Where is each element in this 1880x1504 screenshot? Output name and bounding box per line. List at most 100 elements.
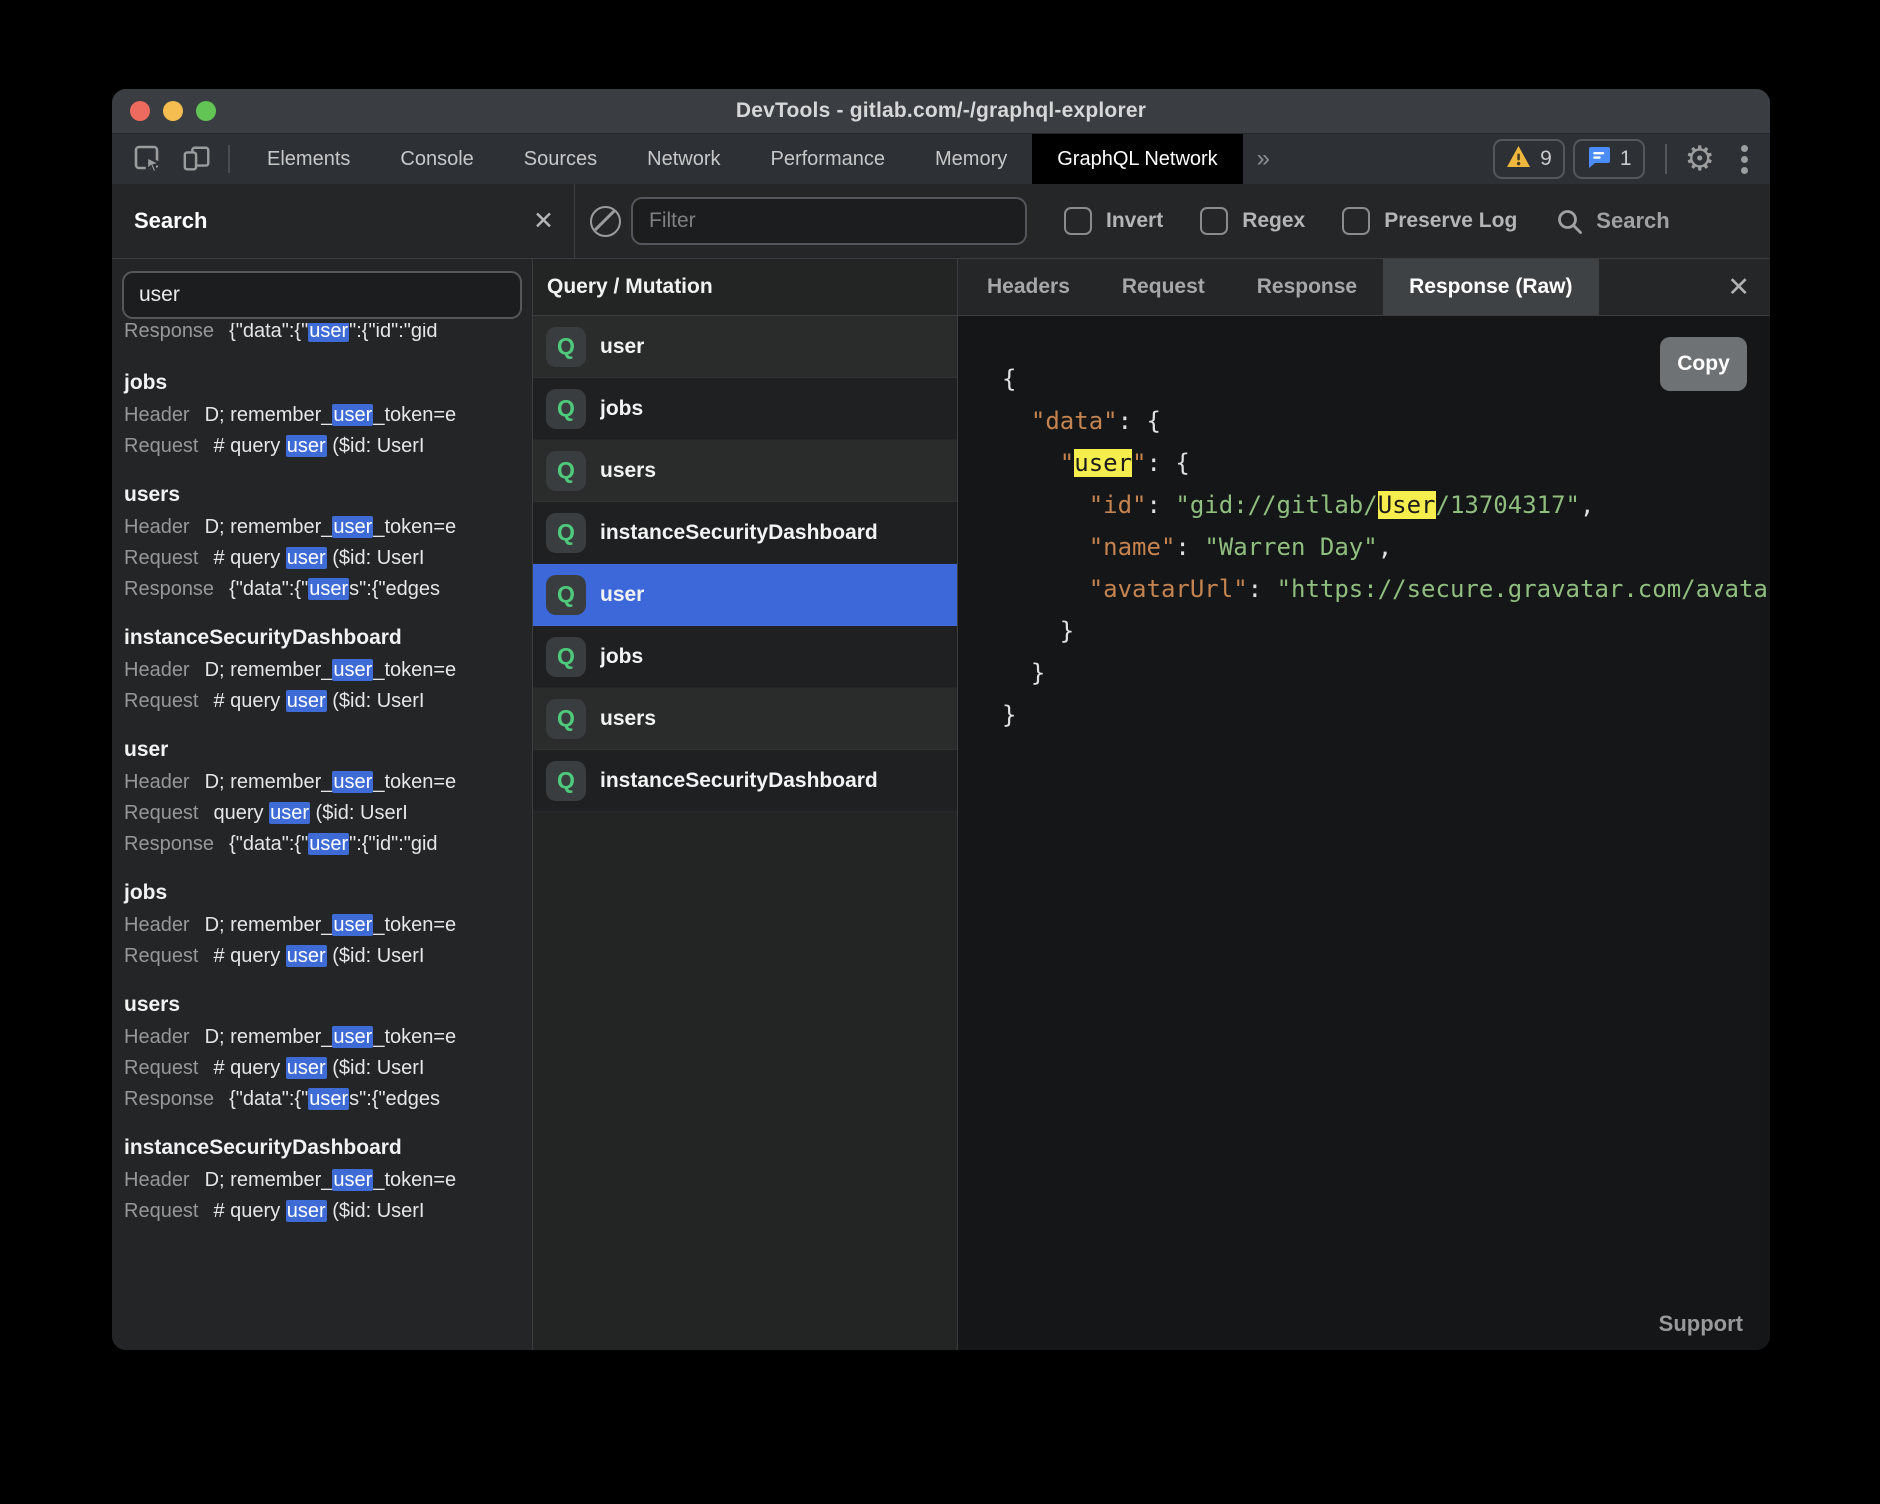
result-line-request[interactable]: Requestquery user ($id: UserI <box>124 798 532 829</box>
tab-network[interactable]: Network <box>622 134 745 184</box>
result-line-header[interactable]: HeaderD; remember_user_token=e <box>124 512 532 543</box>
result-line-text: # query <box>214 547 286 569</box>
result-line-header[interactable]: HeaderD; remember_user_token=e <box>124 400 532 431</box>
result-line-label: Request <box>124 435 199 457</box>
query-row-users[interactable]: Qusers <box>533 440 957 502</box>
zoom-window-button[interactable] <box>196 101 216 121</box>
query-type-badge: Q <box>546 513 586 553</box>
settings-gear-icon[interactable]: ⚙ <box>1685 142 1715 176</box>
json-segment: /13704317" <box>1436 491 1581 519</box>
result-line-text: ($id: UserI <box>310 802 408 824</box>
search-match-highlight: user <box>286 547 327 569</box>
result-group-instancesecuritydashboard: instanceSecurityDashboardHeaderD; rememb… <box>124 1130 532 1227</box>
result-line-response[interactable]: Response{"data":{"users":{"edges <box>124 574 532 605</box>
result-line-text: ($id: UserI <box>327 1200 425 1222</box>
result-line-response[interactable]: Response{"data":{"user":{"id":"gid <box>124 323 532 347</box>
search-match-highlight: user <box>332 771 373 793</box>
search-match-highlight: user <box>308 578 349 600</box>
result-line-header[interactable]: HeaderD; remember_user_token=e <box>124 655 532 686</box>
result-line-label: Request <box>124 1057 199 1079</box>
minimize-window-button[interactable] <box>163 101 183 121</box>
checkbox-label-regex: Regex <box>1242 209 1305 233</box>
result-line-label: Request <box>124 945 199 967</box>
result-line-request[interactable]: Request# query user ($id: UserI <box>124 941 532 972</box>
result-line-request[interactable]: Request# query user ($id: UserI <box>124 1196 532 1227</box>
result-line-header[interactable]: HeaderD; remember_user_token=e <box>124 1022 532 1053</box>
json-line: "avatarUrl": "https://secure.gravatar.co… <box>1002 568 1770 610</box>
search-input[interactable] <box>122 271 522 319</box>
result-line-request[interactable]: Request# query user ($id: UserI <box>124 431 532 462</box>
filter-input[interactable] <box>631 197 1027 245</box>
warnings-badge[interactable]: 9 <box>1493 139 1565 179</box>
result-line-label: Header <box>124 914 190 936</box>
detail-tab-response[interactable]: Response <box>1231 259 1383 315</box>
tab-memory[interactable]: Memory <box>910 134 1032 184</box>
checkbox-preserve-log[interactable] <box>1342 207 1370 235</box>
query-row-instancesecuritydashboard[interactable]: QinstanceSecurityDashboard <box>533 750 957 812</box>
traffic-lights <box>130 89 216 133</box>
result-line-label: Response <box>124 1088 214 1110</box>
result-line-label: Request <box>124 690 199 712</box>
json-segment: : { <box>1147 449 1190 477</box>
result-line-header[interactable]: HeaderD; remember_user_token=e <box>124 767 532 798</box>
result-line-response[interactable]: Response{"data":{"user":{"id":"gid <box>124 829 532 860</box>
close-window-button[interactable] <box>130 101 150 121</box>
messages-badge[interactable]: 1 <box>1573 139 1645 179</box>
result-group-users: usersHeaderD; remember_user_token=eReque… <box>124 987 532 1115</box>
tab-console[interactable]: Console <box>375 134 498 184</box>
search-results: Response{"data":{"user":{"id":"gid jobsH… <box>112 319 532 1350</box>
result-line-header[interactable]: HeaderD; remember_user_token=e <box>124 910 532 941</box>
json-line: "id": "gid://gitlab/User/13704317", <box>1002 484 1770 526</box>
support-link[interactable]: Support <box>1659 1311 1743 1337</box>
query-row-users[interactable]: Qusers <box>533 688 957 750</box>
checkbox-regex[interactable] <box>1200 207 1228 235</box>
devtools-tabbar: ElementsConsoleSourcesNetworkPerformance… <box>112 133 1770 184</box>
search-match-highlight: user <box>332 914 373 936</box>
json-segment: " <box>1132 449 1146 477</box>
tab-elements[interactable]: Elements <box>242 134 375 184</box>
result-line-header[interactable]: HeaderD; remember_user_token=e <box>124 1165 532 1196</box>
copy-button[interactable]: Copy <box>1660 337 1747 391</box>
search-result-groups: jobsHeaderD; remember_user_token=eReques… <box>124 365 532 1227</box>
tab-graphql-network[interactable]: GraphQL Network <box>1032 134 1242 184</box>
query-row-label: jobs <box>600 645 643 669</box>
result-line-response[interactable]: Response{"data":{"users":{"edges <box>124 1084 532 1115</box>
detail-panel-close-icon[interactable]: ✕ <box>1727 272 1750 303</box>
response-raw-view: Copy { "data": { "user": { "id": "gid://… <box>958 316 1770 1350</box>
tab-performance[interactable]: Performance <box>746 134 911 184</box>
result-line-label: Header <box>124 1169 190 1191</box>
result-line-label: Request <box>124 1200 199 1222</box>
search-panel-close-icon[interactable]: ✕ <box>533 206 554 236</box>
main-content: Response{"data":{"user":{"id":"gid jobsH… <box>112 259 1770 1350</box>
json-segment: "name" <box>1089 533 1176 561</box>
query-row-user[interactable]: Quser <box>533 564 957 626</box>
detail-tab-headers[interactable]: Headers <box>961 259 1096 315</box>
result-line-text: {"data":{" <box>229 323 308 342</box>
json-segment: { <box>1002 365 1016 393</box>
inspect-element-icon[interactable] <box>133 144 163 174</box>
more-tabs-chevron-icon[interactable]: » <box>1257 145 1270 173</box>
search-control[interactable]: Search <box>1556 208 1669 235</box>
query-row-jobs[interactable]: Qjobs <box>533 626 957 688</box>
search-match-highlight: user <box>286 435 327 457</box>
query-row-instancesecuritydashboard[interactable]: QinstanceSecurityDashboard <box>533 502 957 564</box>
result-group-title: users <box>124 477 532 512</box>
window-titlebar: DevTools - gitlab.com/-/graphql-explorer <box>112 89 1770 133</box>
result-line-request[interactable]: Request# query user ($id: UserI <box>124 543 532 574</box>
json-segment <box>1002 491 1089 519</box>
query-row-jobs[interactable]: Qjobs <box>533 378 957 440</box>
detail-panel: HeadersRequestResponseResponse (Raw) ✕ Co… <box>958 259 1770 1350</box>
query-row-user[interactable]: Quser <box>533 316 957 378</box>
detail-tab-request[interactable]: Request <box>1096 259 1231 315</box>
json-segment: } <box>1002 659 1045 687</box>
clear-log-icon[interactable] <box>590 206 621 237</box>
result-line-request[interactable]: Request# query user ($id: UserI <box>124 686 532 717</box>
kebab-menu-icon[interactable] <box>1741 145 1748 174</box>
result-line-request[interactable]: Request# query user ($id: UserI <box>124 1053 532 1084</box>
checkbox-invert[interactable] <box>1064 207 1092 235</box>
device-toolbar-icon[interactable] <box>182 144 212 174</box>
json-segment: } <box>1002 617 1074 645</box>
detail-tab-response-raw[interactable]: Response (Raw) <box>1383 259 1598 315</box>
json-segment: : <box>1175 533 1204 561</box>
tab-sources[interactable]: Sources <box>499 134 622 184</box>
